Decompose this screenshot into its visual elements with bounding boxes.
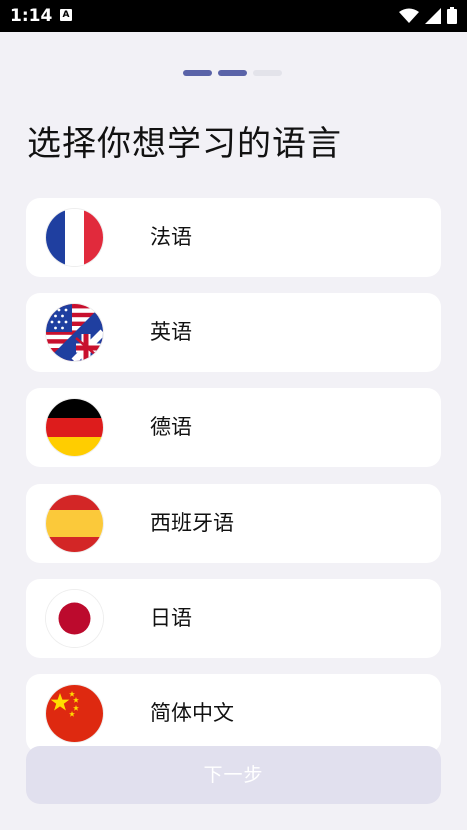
germany-flag-icon [46,399,103,456]
language-label: 英语 [150,320,192,344]
spain-flag-icon [46,495,103,552]
status-time: 1:14 [10,6,53,26]
language-label: 德语 [150,415,192,439]
notification-icon: A [60,9,72,21]
progress-dot-2 [218,70,247,76]
china-flag-icon [46,685,103,742]
progress-dot-1 [183,70,212,76]
usa-uk-flag-icon [46,304,103,361]
battery-icon [447,7,457,24]
status-bar: 1:14 A [0,0,467,32]
language-item-chinese[interactable]: 简体中文 [26,674,441,753]
page-title: 选择你想学习的语言 [27,124,342,164]
language-label: 日语 [150,606,192,630]
language-label: 法语 [150,225,192,249]
france-flag-icon [46,209,103,266]
language-item-german[interactable]: 德语 [26,388,441,467]
language-label: 简体中文 [150,701,234,725]
signal-icon [425,7,441,24]
onboarding-progress [183,70,282,76]
language-item-french[interactable]: 法语 [26,198,441,277]
language-label: 西班牙语 [150,511,234,535]
next-step-button[interactable]: 下一步 [26,746,441,804]
language-item-spanish[interactable]: 西班牙语 [26,484,441,563]
wifi-icon [399,8,419,23]
language-item-english[interactable]: 英语 [26,293,441,372]
language-item-japanese[interactable]: 日语 [26,579,441,658]
japan-flag-icon [46,590,103,647]
progress-dot-3 [253,70,282,76]
